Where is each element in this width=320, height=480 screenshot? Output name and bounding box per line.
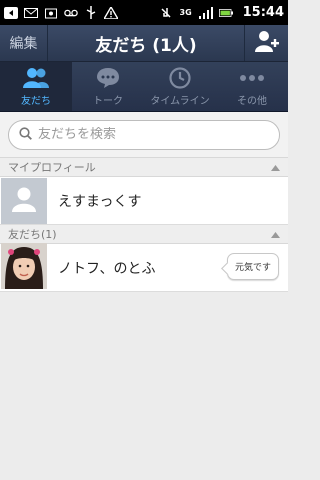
list-item[interactable]: ノトフ、のとふ 元気です	[0, 242, 288, 293]
tab-label: タイムライン	[150, 95, 210, 107]
tab-more[interactable]: その他	[216, 62, 288, 111]
battery-icon	[218, 7, 233, 19]
friends-icon	[23, 67, 49, 89]
title-bar: 編集 友だち (1人)	[0, 25, 288, 62]
tab-friends[interactable]: 友だち	[0, 62, 72, 111]
signal-icon	[198, 6, 213, 19]
tab-timeline[interactable]: タイムライン	[144, 62, 216, 111]
search-input[interactable]	[38, 127, 269, 142]
chat-bubble-icon	[96, 67, 120, 89]
chevron-up-icon	[271, 161, 280, 174]
section-label: 友だち(1)	[8, 228, 57, 241]
my-profile-row[interactable]: えすまっくす	[0, 177, 288, 225]
default-avatar-icon	[12, 186, 36, 216]
add-friend-icon	[254, 30, 279, 56]
usb-icon	[84, 6, 98, 19]
tab-label: 友だち	[21, 95, 51, 107]
more-dots-icon	[239, 67, 265, 89]
avatar	[1, 177, 47, 224]
search-bar	[0, 112, 288, 158]
warning-icon	[104, 6, 118, 19]
search-icon	[19, 125, 32, 144]
section-header-friends[interactable]: 友だち(1)	[0, 225, 288, 244]
mail-icon	[24, 7, 38, 19]
add-friend-button[interactable]	[244, 25, 288, 61]
back-arrow-icon	[4, 6, 18, 19]
edit-button[interactable]: 編集	[0, 25, 48, 61]
tab-bar: 友だち トーク タイムライン その他	[0, 62, 288, 112]
profile-name: えすまっくす	[58, 193, 142, 210]
section-header-my-profile[interactable]: マイプロフィール	[0, 158, 288, 177]
clock-time: 15:44	[242, 5, 284, 20]
status-message-bubble: 元気です	[226, 253, 279, 280]
friend-photo-icon	[1, 242, 47, 293]
photo-icon	[44, 7, 58, 19]
search-box[interactable]	[8, 119, 280, 150]
avatar	[1, 242, 47, 293]
page-title: 友だち (1人)	[95, 35, 197, 56]
mute-icon	[159, 7, 173, 19]
section-label: マイプロフィール	[8, 161, 96, 174]
chevron-up-icon	[271, 228, 280, 241]
status-bar: 3G 15:44	[0, 0, 288, 25]
clock-icon	[169, 66, 191, 89]
friend-name: ノトフ、のとふ	[58, 260, 156, 277]
tab-label: その他	[237, 95, 267, 107]
tab-talk[interactable]: トーク	[72, 62, 144, 111]
tab-label: トーク	[93, 95, 123, 107]
network-type-indicator: 3G	[179, 8, 192, 17]
voicemail-icon	[64, 7, 78, 19]
